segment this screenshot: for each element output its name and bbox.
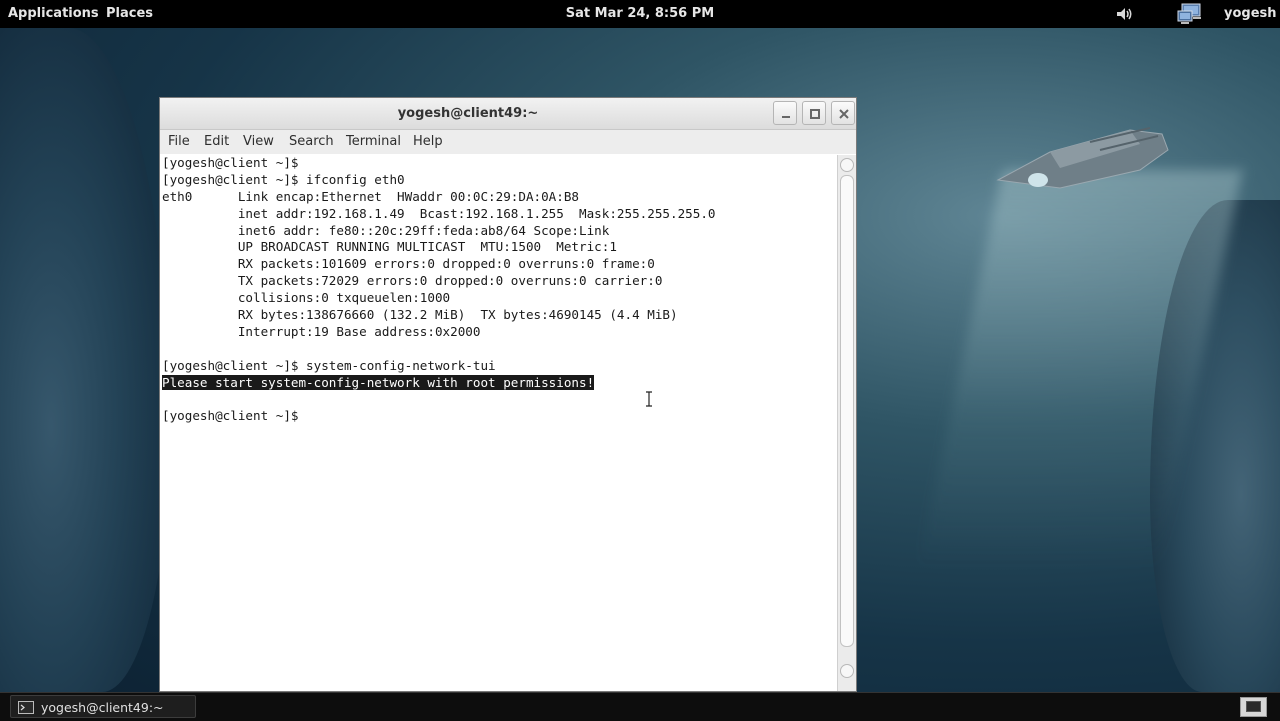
close-button[interactable] [831,101,855,125]
window-titlebar[interactable]: yogesh@client49:~ [160,98,856,130]
scroll-up-arrow-icon[interactable] [840,158,854,172]
terminal-line: [yogesh@client ~]$ [162,155,299,170]
menu-edit[interactable]: Edit [204,134,229,149]
workspace-window-icon [1246,701,1261,712]
minimize-icon [782,116,790,118]
network-icon[interactable] [1177,3,1205,25]
terminal-line: RX bytes:138676660 (132.2 MiB) TX bytes:… [162,307,678,323]
terminal-window: yogesh@client49:~ File Edit View Search … [159,97,857,692]
text-cursor-icon [646,391,652,407]
desktop-rocks-left [0,28,170,692]
top-panel: Applications Places Sat Mar 24, 8:56 PM … [0,0,1280,28]
terminal-line: [yogesh@client ~]$ system-config-network… [162,357,496,373]
taskbar-terminal-label: yogesh@client49:~ [41,700,164,715]
terminal-line: eth0 Link encap:Ethernet HWaddr 00:0C:29… [162,188,580,204]
maximize-button[interactable] [802,101,826,125]
selected-text[interactable]: Please start system-config-network with … [162,374,595,390]
terminal-line: collisions:0 txqueuelen:1000 [162,290,451,306]
user-menu[interactable]: yogesh [1224,6,1277,21]
terminal-line: TX packets:72029 errors:0 dropped:0 over… [162,273,663,289]
menu-view[interactable]: View [243,134,274,149]
menu-help[interactable]: Help [413,134,443,149]
terminal-output[interactable]: [yogesh@client ~]$ [yogesh@client ~]$ if… [160,155,837,691]
bottom-panel: yogesh@client49:~ [0,692,1280,721]
terminal-prompt[interactable]: [yogesh@client ~]$ [160,408,837,425]
menubar: File Edit View Search Terminal Help [160,130,856,154]
maximize-icon [810,109,820,119]
scrollbar-thumb[interactable] [840,175,854,647]
terminal-icon [18,701,34,714]
minimize-button[interactable] [773,101,797,125]
taskbar-terminal-button[interactable]: yogesh@client49:~ [10,695,196,718]
close-icon [839,109,849,119]
vertical-scrollbar[interactable] [837,155,856,691]
applications-menu[interactable]: Applications [8,6,99,21]
menu-search[interactable]: Search [289,134,334,149]
terminal-line: inet addr:192.168.1.49 Bcast:192.168.1.2… [162,205,716,221]
volume-icon[interactable] [1114,4,1134,24]
window-title: yogesh@client49:~ [397,106,539,121]
menu-terminal[interactable]: Terminal [346,134,401,149]
workspace-switcher[interactable] [1240,697,1267,717]
clock[interactable]: Sat Mar 24, 8:56 PM [566,6,714,21]
terminal-line: [yogesh@client ~]$ ifconfig eth0 [162,171,405,187]
spaceship-wallpaper [996,127,1169,189]
places-menu[interactable]: Places [106,6,153,21]
terminal-line: inet6 addr: fe80::20c:29ff:feda:ab8/64 S… [162,222,610,238]
menu-file[interactable]: File [168,134,190,149]
terminal-line: RX packets:101609 errors:0 dropped:0 ove… [162,256,655,272]
terminal-line: Interrupt:19 Base address:0x2000 [162,323,481,339]
scroll-down-arrow-icon[interactable] [840,664,854,678]
terminal-line: UP BROADCAST RUNNING MULTICAST MTU:1500 … [162,239,617,255]
